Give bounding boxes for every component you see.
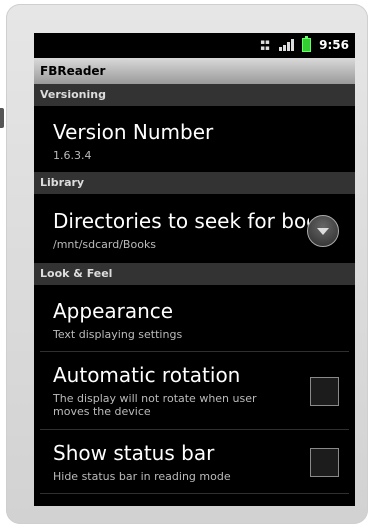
pref-summary: The display will not rotate when user mo…	[53, 392, 257, 418]
status-bar-checkbox[interactable]	[310, 448, 339, 477]
divider	[40, 493, 349, 494]
pref-version-number[interactable]: Version Number 1.6.3.4	[34, 106, 355, 172]
pref-title: Version Number	[53, 120, 214, 144]
pref-title: Automatic rotation	[53, 363, 241, 387]
status-bar: ▪▪ ▪▪ 9:56	[34, 33, 355, 58]
pref-summary: /mnt/sdcard/Books	[53, 238, 157, 251]
pref-show-status-bar[interactable]: Show status bar Hide status bar in readi…	[34, 430, 355, 494]
rotation-checkbox[interactable]	[310, 377, 339, 406]
app-screen: ▪▪ ▪▪ 9:56 FBReader Versioning Version Nu…	[34, 33, 355, 506]
section-header-versioning: Versioning	[34, 84, 355, 106]
dropdown-arrow-icon[interactable]	[307, 215, 339, 247]
pref-summary: Text displaying settings	[53, 328, 183, 341]
pref-appearance[interactable]: Appearance Text displaying settings	[34, 285, 355, 352]
pref-summary: 1.6.3.4	[53, 149, 92, 162]
signal-icon	[279, 39, 295, 51]
pref-title: Appearance	[53, 299, 174, 323]
pref-title: Show status bar	[53, 441, 215, 465]
section-header-look-and-feel: Look & Feel	[34, 263, 355, 285]
side-edge-marker	[0, 108, 4, 128]
pref-directories[interactable]: Directories to seek for books /mnt/sdcar…	[34, 194, 355, 263]
app-title-bar: FBReader	[34, 58, 355, 84]
status-time: 9:56	[319, 38, 349, 52]
phone-frame: ▪▪ ▪▪ 9:56 FBReader Versioning Version Nu…	[0, 0, 374, 531]
sim-icon: ▪▪ ▪▪	[260, 38, 270, 52]
battery-icon	[302, 36, 312, 52]
pref-summary: Hide status bar in reading mode	[53, 470, 231, 483]
section-header-library: Library	[34, 172, 355, 194]
pref-automatic-rotation[interactable]: Automatic rotation The display will not …	[34, 352, 355, 430]
pref-title: Directories to seek for books	[53, 209, 309, 233]
